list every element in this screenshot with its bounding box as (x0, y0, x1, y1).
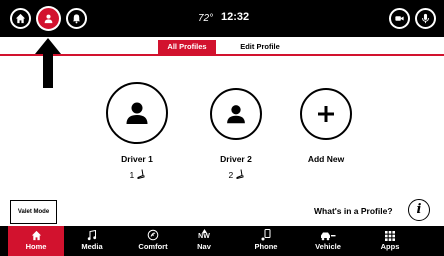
nav-phone-label: Phone (254, 242, 278, 251)
camera-button[interactable] (389, 8, 410, 29)
car-icon (321, 232, 336, 241)
driver-1-avatar[interactable] (106, 82, 168, 144)
tab-all-profiles[interactable]: All Profiles (158, 40, 216, 54)
profile-driver-1[interactable] (97, 82, 177, 144)
profile-button[interactable] (38, 8, 59, 29)
add-new-label: Add New (307, 154, 345, 164)
valet-mode-button[interactable]: Valet Mode (10, 200, 57, 224)
profile-tabs: All Profiles Edit Profile (0, 40, 444, 54)
nav-apps[interactable]: Apps (362, 226, 418, 256)
seat-icon (236, 169, 244, 180)
driver-2-avatar[interactable] (210, 88, 262, 140)
driver-2-seat-memory: 2 (196, 169, 276, 180)
nav-comfort[interactable]: Comfort (125, 226, 181, 256)
add-new-profile-button[interactable] (286, 82, 366, 140)
notification-icon (72, 14, 81, 24)
grid-icon (385, 231, 395, 241)
clock: 12:32 (221, 11, 250, 23)
driver-1-name: Driver 1 (121, 154, 153, 164)
whats-in-a-profile-label: What's in a Profile? (314, 206, 393, 216)
home-button[interactable] (10, 8, 31, 29)
nav-media-label: Media (81, 242, 103, 251)
bottom-nav: Home Media Comfort NW Nav Phone Vehicle … (0, 226, 444, 256)
nav-nav-label: Nav (197, 242, 211, 251)
nav-apps-label: Apps (380, 242, 400, 251)
driver-2-seat-number: 2 (228, 170, 234, 180)
info-icon[interactable]: i (408, 199, 430, 221)
notification-button[interactable] (66, 8, 87, 29)
profile-driver-2[interactable] (196, 82, 276, 140)
person-icon (227, 105, 245, 124)
driver-1-seat-number: 1 (129, 170, 135, 180)
tab-underline (0, 54, 444, 56)
camera-icon (395, 16, 404, 21)
person-icon (126, 102, 148, 124)
microphone-icon (422, 13, 429, 24)
nav-comfort-label: Comfort (138, 242, 168, 251)
plus-icon (318, 106, 334, 122)
arrow-up-icon (35, 38, 61, 88)
home-icon (15, 13, 26, 24)
status-bar: 72° 12:32 (0, 0, 444, 37)
nav-phone[interactable]: Phone (238, 226, 294, 256)
compass-icon: NW (176, 226, 232, 241)
tab-edit-profile[interactable]: Edit Profile (228, 40, 292, 54)
driver-2-name: Driver 2 (220, 154, 252, 164)
home-icon (31, 230, 41, 241)
nav-vehicle[interactable]: Vehicle (300, 226, 356, 256)
nav-home-label: Home (25, 242, 47, 251)
nav-media[interactable]: Media (64, 226, 120, 256)
phone-icon (261, 229, 271, 241)
nav-nav[interactable]: NW Nav (176, 226, 232, 256)
driver-1-seat-memory: 1 (97, 169, 177, 180)
add-new-circle[interactable] (300, 88, 352, 140)
nav-vehicle-label: Vehicle (315, 242, 341, 251)
seat-icon (137, 169, 145, 180)
music-note-icon (87, 230, 97, 241)
nav-home[interactable]: Home (8, 226, 64, 256)
profile-icon (44, 14, 53, 24)
microphone-button[interactable] (415, 8, 436, 29)
compass-heading: NW (198, 232, 210, 240)
climate-icon (147, 229, 159, 241)
temperature: 72° (198, 13, 214, 24)
